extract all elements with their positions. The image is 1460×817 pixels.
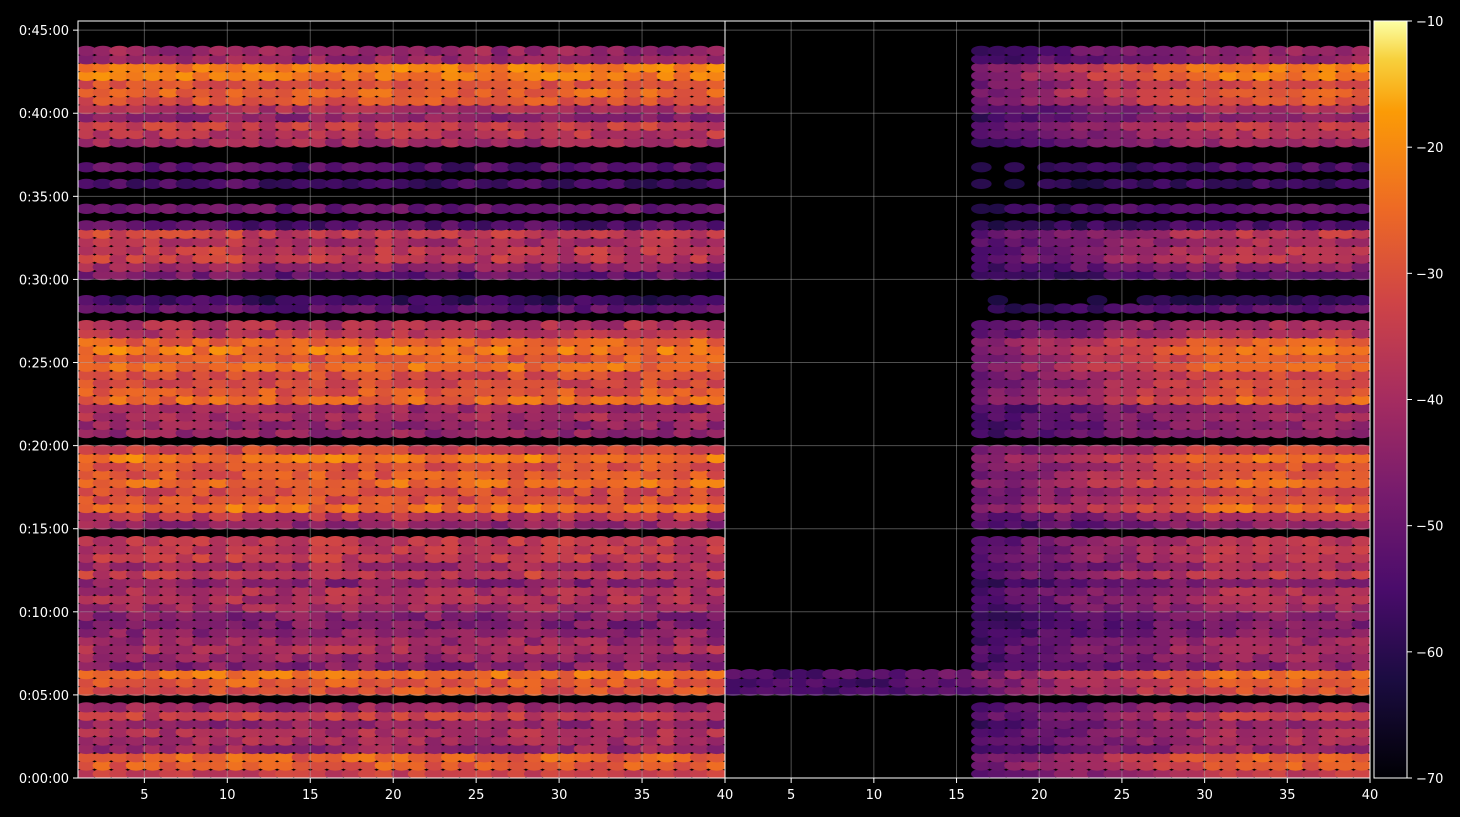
heat-cell <box>706 536 725 547</box>
heat-cell <box>706 444 725 455</box>
heat-cell <box>706 162 725 173</box>
heat-cell <box>1351 536 1370 547</box>
x-tick-label: 35 <box>1279 788 1296 803</box>
x-tick-label: 10 <box>219 788 236 803</box>
heat-cell <box>706 295 725 306</box>
heat-cell <box>1351 319 1370 331</box>
y-tick-label: 0:05:00 <box>19 689 69 704</box>
heat-cell <box>1351 702 1370 713</box>
heat-cell <box>1351 295 1370 306</box>
figure: 5 10 15 20 25 30 35 40 5 10 15 20 25 30 35 40 0:00:00 0:0… <box>0 0 1460 817</box>
heat-cell <box>1004 162 1025 173</box>
x-tick-label: 20 <box>1031 788 1048 803</box>
x-tick-label: 25 <box>468 788 485 803</box>
y-tick-label: 0:25:00 <box>19 357 69 372</box>
heat-cell <box>971 162 992 173</box>
left-heatmap-panel <box>78 45 725 778</box>
x-tick-label: 40 <box>1362 788 1379 803</box>
heat-cell <box>1351 45 1370 57</box>
y-tick-label: 0:40:00 <box>19 107 69 122</box>
heat-cell <box>1351 444 1370 455</box>
x-tick-label: 5 <box>787 788 795 803</box>
heat-cell <box>1086 295 1108 306</box>
heat-cell <box>1004 178 1025 190</box>
x-tick-label: 5 <box>140 788 148 803</box>
heat-cell <box>1351 220 1370 231</box>
heat-cell <box>706 702 725 713</box>
y-tick-label: 0:15:00 <box>19 523 69 538</box>
y-tick-label: 0:20:00 <box>19 440 69 455</box>
colorbar-tick-label: −70 <box>1416 772 1443 787</box>
colorbar: −10 −20 −30 −40 −50 −60 −70 <box>1373 15 1443 787</box>
colorbar-tick-label: −50 <box>1416 520 1443 535</box>
x-tick-label: 30 <box>551 788 568 803</box>
x-tick-label: 10 <box>866 788 883 803</box>
heat-cell <box>706 45 725 57</box>
x-tick-label: 35 <box>634 788 651 803</box>
y-tick-label: 0:10:00 <box>19 606 69 621</box>
x-tick-label: 40 <box>717 788 734 803</box>
heat-cell <box>971 178 992 190</box>
colorbar-tick-label: −10 <box>1416 15 1443 30</box>
colorbar-tick-label: −20 <box>1416 141 1443 156</box>
heat-cell <box>706 178 725 190</box>
x-tick-label: 30 <box>1196 788 1213 803</box>
y-tick-label: 0:45:00 <box>19 24 69 39</box>
x-tick-label: 25 <box>1114 788 1131 803</box>
heat-cell <box>1351 203 1370 214</box>
spectrogram-figure: 5 10 15 20 25 30 35 40 5 10 15 20 25 30 35 40 0:00:00 0:0… <box>19 15 1444 803</box>
heat-cell <box>1351 178 1370 190</box>
heat-cell <box>1351 162 1370 173</box>
colorbar-tick-label: −40 <box>1416 394 1443 409</box>
y-tick-label: 0:00:00 <box>19 772 69 787</box>
colorbar-tick-label: −60 <box>1416 646 1443 661</box>
heat-cell <box>706 220 725 231</box>
y-tick-label: 0:35:00 <box>19 190 69 205</box>
right-heatmap-panel <box>725 45 1370 778</box>
x-tick-label: 15 <box>948 788 965 803</box>
colorbar-tick-label: −30 <box>1416 267 1443 282</box>
heat-cell <box>706 203 725 214</box>
heat-cell <box>706 319 725 331</box>
x-tick-label: 15 <box>302 788 319 803</box>
y-tick-label: 0:30:00 <box>19 273 69 288</box>
heat-cell <box>987 295 1009 306</box>
x-tick-label: 20 <box>385 788 402 803</box>
colorbar-gradient <box>1373 20 1408 779</box>
